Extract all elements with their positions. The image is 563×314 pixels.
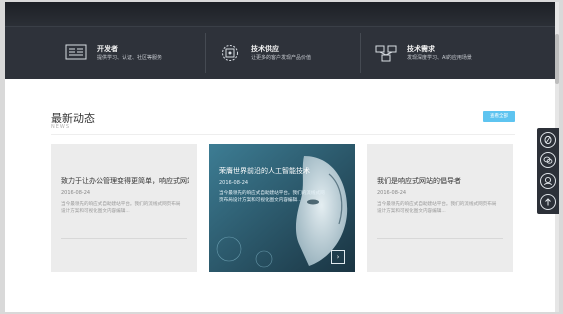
chip-icon (222, 45, 238, 61)
arrow-right-icon[interactable]: › (331, 250, 345, 264)
floating-sidebar (537, 128, 559, 214)
feature-demand[interactable]: 技术需求 发现深度学习、AI的应用场景 (375, 27, 472, 79)
feature-strip: 开发者 提供学习、认证、社区等服务 技术供应 让更多的客户发现产品价值 技术需求… (5, 26, 559, 79)
feature-desc: 发现深度学习、AI的应用场景 (407, 55, 472, 61)
feature-title: 技术供应 (251, 45, 279, 53)
news-card-divider (377, 238, 503, 239)
section-divider (51, 134, 515, 135)
view-all-button[interactable]: 查看全部 (483, 111, 515, 122)
qq-icon[interactable] (540, 132, 556, 148)
feature-developer[interactable]: 开发者 提供学习、认证、社区等服务 (65, 27, 162, 79)
wechat-icon[interactable] (540, 152, 556, 168)
back-to-top-icon[interactable] (540, 194, 556, 210)
feature-supply[interactable]: 技术供应 让更多的客户发现产品价值 (219, 27, 311, 79)
news-card-hovered[interactable]: 荣膺世界前沿的人工智能技术 2016-08-24 当今最领先的响应式自助建站平台… (209, 144, 355, 272)
feature-desc: 让更多的客户发现产品价值 (251, 55, 312, 61)
network-icon (375, 45, 397, 62)
news-card-divider (61, 238, 187, 239)
feature-title: 技术需求 (407, 45, 435, 53)
news-card-title[interactable]: 我们是响应式网站的倡导者 (377, 176, 505, 186)
news-card[interactable]: 致力于让办公管理变得更简单，响应式网站... 2016-08-24 当今最领先的… (51, 144, 197, 272)
scrollbar-thumb[interactable] (555, 34, 559, 84)
news-card[interactable]: 我们是响应式网站的倡导者 2016-08-24 当今最领先的响应式自助建站平台。… (367, 144, 513, 272)
news-card-date: 2016-08-24 (61, 190, 91, 196)
news-card-title[interactable]: 荣膺世界前沿的人工智能技术 (219, 166, 347, 176)
feature-desc: 提供学习、认证、社区等服务 (97, 55, 163, 61)
customer-service-icon[interactable] (540, 173, 556, 189)
developer-book-icon (65, 44, 87, 60)
browser-viewport: 开发者 提供学习、认证、社区等服务 技术供应 让更多的客户发现产品价值 技术需求… (5, 2, 559, 312)
news-card-date: 2016-08-24 (219, 180, 249, 186)
divider (360, 33, 361, 73)
hero-banner-bottom (5, 2, 559, 26)
feature-title: 开发者 (97, 45, 118, 53)
divider (205, 33, 206, 73)
section-subtitle: NEWS (51, 124, 71, 130)
news-card-desc: 当今最领先的响应式自助建站平台。我们的流线式网页布局设计方案和可视化图文内容编辑… (377, 202, 497, 214)
news-card-title[interactable]: 致力于让办公管理变得更简单，响应式网站... (61, 176, 189, 186)
news-card-desc: 当今最领先的响应式自助建站平台。我们的流线式网页布局设计方案和可视化图文内容编辑… (219, 191, 325, 203)
news-card-desc: 当今最领先的响应式自助建站平台。我们的流线式网页布局设计方案和可视化图文内容编辑… (61, 202, 181, 214)
news-card-date: 2016-08-24 (377, 190, 407, 196)
